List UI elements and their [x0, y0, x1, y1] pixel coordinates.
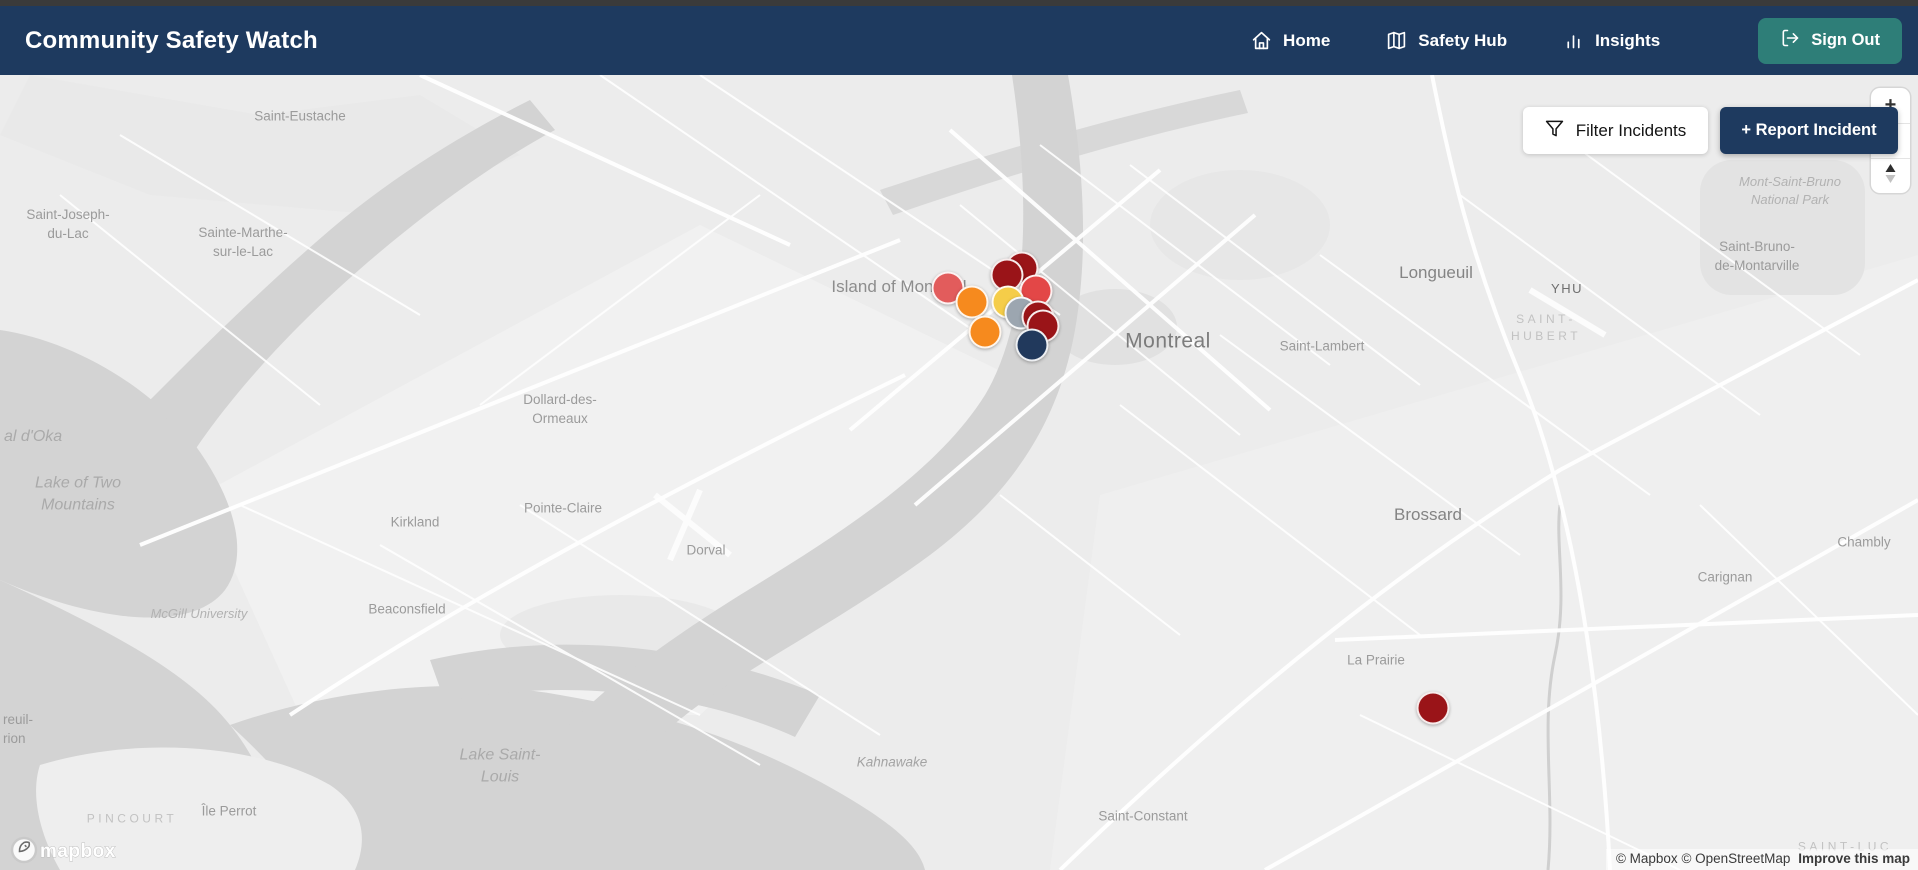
logout-icon	[1780, 28, 1800, 53]
compass-button[interactable]	[1871, 158, 1910, 193]
map-label: reuil-rion	[3, 712, 34, 746]
map-artwork	[0, 75, 1918, 870]
filter-incidents-label: Filter Incidents	[1575, 120, 1687, 140]
compass-icon	[1883, 163, 1898, 190]
incident-marker[interactable]	[1416, 691, 1450, 725]
map-label: Longueuil	[1399, 263, 1473, 283]
osm-attribution-link[interactable]: © OpenStreetMap	[1681, 851, 1790, 866]
map-canvas[interactable]: Saint-Eustache Saint-Joseph-du-Lac Sainte-…	[0, 75, 1918, 870]
map-label: YHU	[1551, 280, 1583, 296]
map-label: Kahnawake	[856, 754, 928, 770]
map-label: Kirkland	[390, 514, 440, 530]
map-label: Saint-Constant	[1098, 808, 1188, 824]
sign-out-button[interactable]: Sign Out	[1758, 17, 1902, 64]
nav-item-insights[interactable]: Insights	[1563, 30, 1660, 51]
map-label: PINCOURT	[86, 811, 178, 826]
nav-item-label: Insights	[1595, 30, 1661, 50]
map-label: Saint-Bruno-de-Montarville	[1714, 239, 1800, 273]
map-label: Saint-Eustache	[254, 108, 346, 124]
incident-marker[interactable]	[968, 315, 1002, 349]
map-label: Brossard	[1393, 505, 1463, 525]
mapbox-wordmark: mapbox	[40, 841, 116, 862]
map-label: Montreal	[1125, 329, 1211, 353]
improve-map-link[interactable]: Improve this map	[1798, 851, 1910, 866]
incident-marker[interactable]	[1015, 328, 1049, 362]
nav-item-label: Safety Hub	[1418, 30, 1508, 50]
home-icon	[1251, 30, 1272, 51]
map-attribution: © Mapbox © OpenStreetMap Improve this ma…	[1605, 849, 1918, 870]
top-navbar: Community Safety Watch Home Safety Hub I…	[0, 6, 1918, 75]
mapbox-logo[interactable]: mapbox	[10, 836, 122, 864]
map-icon	[1386, 30, 1407, 51]
sign-out-label: Sign Out	[1811, 31, 1880, 49]
nav-item-safety-hub[interactable]: Safety Hub	[1386, 30, 1507, 51]
map-label: Beaconsfield	[368, 601, 446, 617]
incident-marker[interactable]	[955, 285, 989, 319]
map-label: McGill University	[150, 605, 248, 621]
map-label: Saint-Lambert	[1279, 338, 1365, 354]
map-label: Pointe-Claire	[523, 500, 603, 516]
map-label: La Prairie	[1347, 652, 1405, 668]
nav-item-home[interactable]: Home	[1251, 30, 1330, 51]
map-label: Saint-Joseph-du-Lac	[26, 207, 110, 241]
map-label: Dollard-des- Ormeaux	[523, 392, 597, 426]
filter-funnel-icon	[1545, 119, 1564, 143]
map-label: Lake Saint- Louis	[459, 746, 541, 786]
map-label: Sainte-Marthe-sur-le-Lac	[198, 225, 288, 259]
map-label: Lake of Two Mountains	[35, 474, 121, 514]
map-label: al d'Oka	[4, 427, 63, 445]
app-title: Community Safety Watch	[25, 26, 318, 54]
map-label: Mont-Saint-Bruno National Park	[1739, 173, 1841, 207]
map-label: Île Perrot	[201, 803, 257, 819]
map-label: Dorval	[686, 542, 726, 558]
bar-chart-icon	[1563, 30, 1584, 51]
map-label: SAINT- HUBERT	[1510, 312, 1582, 343]
filter-incidents-button[interactable]: Filter Incidents	[1523, 107, 1708, 154]
nav-item-label: Home	[1283, 30, 1331, 50]
main-nav: Home Safety Hub Insights Sign Out	[1251, 17, 1902, 64]
report-incident-button[interactable]: + Report Incident	[1720, 107, 1898, 154]
map-label: Carignan	[1697, 569, 1753, 585]
map-label: Chambly	[1837, 534, 1891, 550]
mapbox-attribution-link[interactable]: © Mapbox	[1616, 851, 1678, 866]
